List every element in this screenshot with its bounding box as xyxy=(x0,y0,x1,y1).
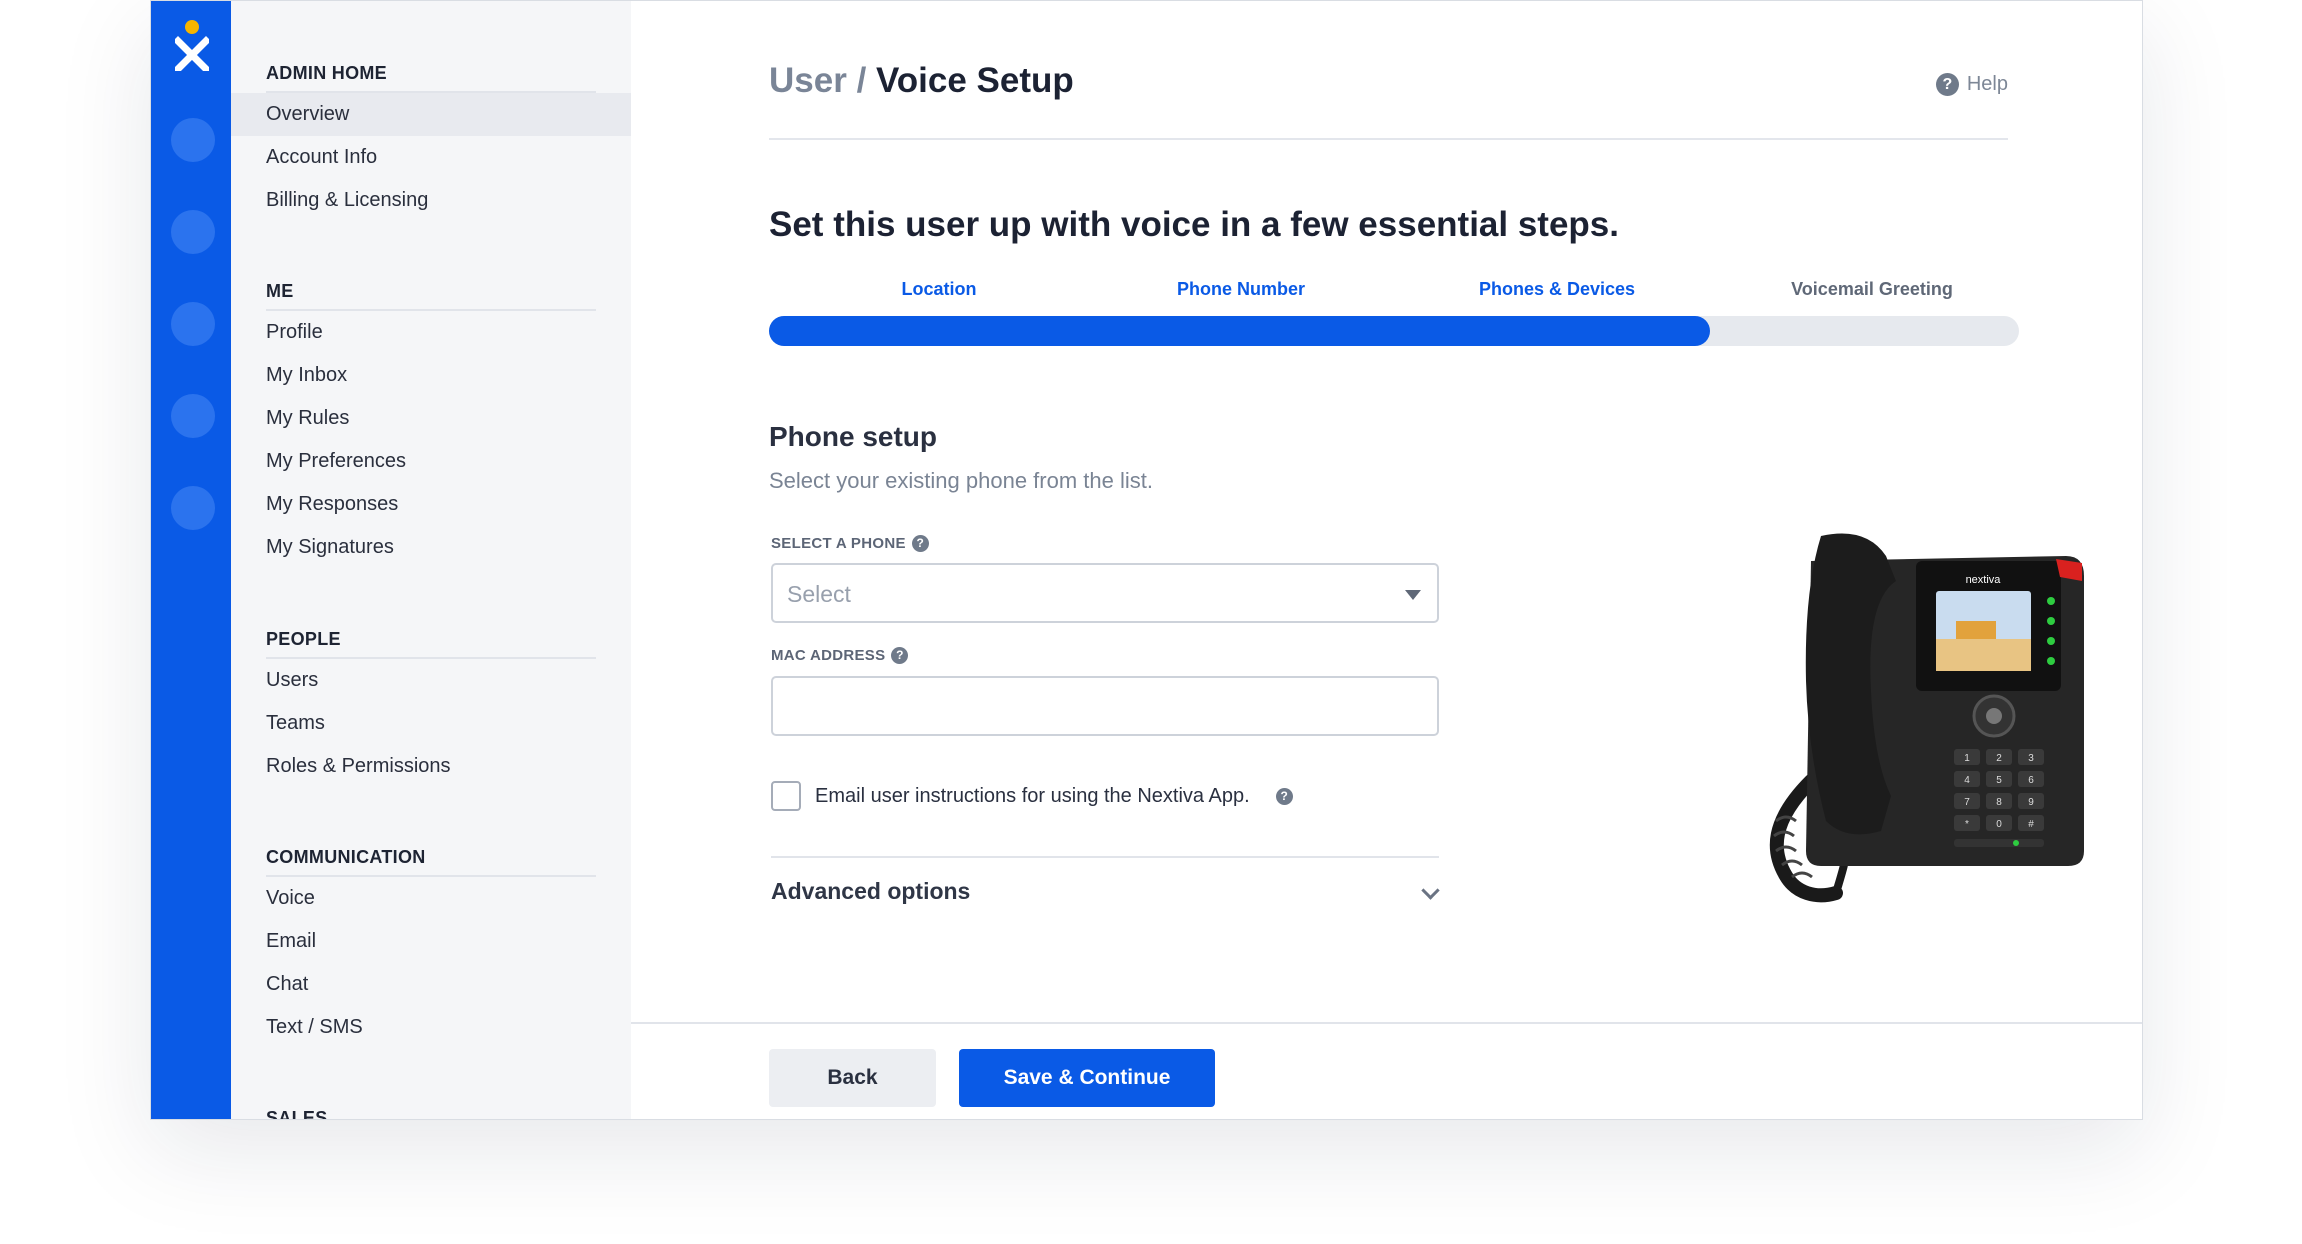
section-subtitle: Select your existing phone from the list… xyxy=(769,468,1153,493)
sidebar-item-account-info[interactable]: Account Info xyxy=(231,136,631,179)
sidebar-item-overview[interactable]: Overview xyxy=(231,93,631,136)
app-rail xyxy=(151,1,231,1119)
advanced-options-label: Advanced options xyxy=(771,878,971,904)
breadcrumb-parent[interactable]: User xyxy=(769,61,847,100)
caret-down-icon xyxy=(1405,590,1421,600)
help-circle-icon[interactable]: ? xyxy=(891,647,909,664)
key-label: 1 xyxy=(1964,753,1970,764)
main-content: User / Voice Setup ? Help Set this user … xyxy=(631,1,2142,1119)
help-label: Help xyxy=(1966,73,2008,95)
key-label: 0 xyxy=(1996,819,2002,830)
breadcrumb-separator: / xyxy=(856,61,867,100)
key-label: 2 xyxy=(1996,753,2002,764)
key-label: 6 xyxy=(2028,775,2034,786)
sidebar-item-my-responses[interactable]: My Responses xyxy=(231,483,631,526)
step-voicemail-greeting: Voicemail Greeting xyxy=(1791,279,1953,299)
sidebar-item-teams[interactable]: Teams xyxy=(231,702,631,745)
rail-app-icon[interactable] xyxy=(171,210,215,254)
sidebar-item-voice[interactable]: Voice xyxy=(231,877,631,920)
nextiva-logo-icon[interactable] xyxy=(175,19,209,71)
wizard-progress-track xyxy=(769,316,2019,346)
sidebar-item-profile[interactable]: Profile xyxy=(231,311,631,354)
nav-section-people: PEOPLE Users Teams Roles & Permissions xyxy=(231,607,631,788)
nav-section-title: SALES xyxy=(266,1086,596,1119)
help-circle-icon: ? xyxy=(1935,73,1959,96)
mac-address-label-text: MAC ADDRESS xyxy=(771,647,886,664)
wizard-headline: Set this user up with voice in a few ess… xyxy=(769,205,1619,244)
key-label: 3 xyxy=(2028,753,2034,764)
sidebar-item-roles-permissions[interactable]: Roles & Permissions xyxy=(231,745,631,788)
advanced-divider xyxy=(771,856,1439,858)
nav-section-title: PEOPLE xyxy=(266,607,596,659)
sidebar-item-chat[interactable]: Chat xyxy=(231,963,631,1006)
sidebar-item-my-signatures[interactable]: My Signatures xyxy=(231,526,631,569)
key-label: 4 xyxy=(1964,775,1970,786)
step-phones-devices[interactable]: Phones & Devices xyxy=(1479,279,1635,300)
mac-address-label: MAC ADDRESS ? xyxy=(771,647,909,664)
sidebar-item-my-preferences[interactable]: My Preferences xyxy=(231,440,631,483)
email-instructions-row: Email user instructions for using the Ne… xyxy=(771,781,1293,811)
rail-app-icon[interactable] xyxy=(171,118,215,162)
admin-window: ADMIN HOME Overview Account Info Billing… xyxy=(150,0,2143,1120)
key-label: * xyxy=(1965,819,1969,830)
nav-section-communication: COMMUNICATION Voice Email Chat Text / SM… xyxy=(231,825,631,1049)
mac-address-input[interactable] xyxy=(771,676,1439,736)
select-phone-label: SELECT A PHONE ? xyxy=(771,535,929,552)
page-title: Voice Setup xyxy=(876,61,1074,100)
help-circle-icon[interactable]: ? xyxy=(1275,787,1293,805)
step-phone-number[interactable]: Phone Number xyxy=(1177,279,1305,300)
nav-section-me: ME Profile My Inbox My Rules My Preferen… xyxy=(231,259,631,569)
key-label: 9 xyxy=(2028,797,2034,808)
phone-brand-mark: nextiva xyxy=(1966,574,2002,586)
wizard-footer: Back Save & Continue xyxy=(631,1022,2142,1119)
nav-section-title: ME xyxy=(266,259,596,311)
key-label: 8 xyxy=(1996,797,2002,808)
sidebar-item-my-rules[interactable]: My Rules xyxy=(231,397,631,440)
chevron-down-icon xyxy=(1421,881,1440,900)
select-phone-label-text: SELECT A PHONE xyxy=(771,535,906,552)
email-instructions-label[interactable]: Email user instructions for using the Ne… xyxy=(815,785,1250,808)
nav-section-sales: SALES xyxy=(231,1086,631,1119)
wizard-steps: Location Phone Number Phones & Devices V… xyxy=(769,279,2019,309)
section-title: Phone setup xyxy=(769,421,938,452)
nav-section-admin-home: ADMIN HOME Overview Account Info Billing… xyxy=(231,41,631,222)
select-phone-dropdown[interactable]: Select xyxy=(771,563,1439,623)
admin-sidebar: ADMIN HOME Overview Account Info Billing… xyxy=(231,1,631,1119)
rail-app-icon[interactable] xyxy=(171,486,215,530)
help-link[interactable]: ? Help xyxy=(1935,73,2008,96)
wizard-progress-fill xyxy=(769,316,1711,346)
rail-app-icon[interactable] xyxy=(171,302,215,346)
sidebar-item-my-inbox[interactable]: My Inbox xyxy=(231,354,631,397)
key-label: # xyxy=(2028,819,2034,830)
nav-section-title: COMMUNICATION xyxy=(266,825,596,877)
nav-section-title: ADMIN HOME xyxy=(266,41,596,93)
breadcrumb: User / Voice Setup xyxy=(769,61,1074,101)
email-instructions-checkbox[interactable] xyxy=(771,781,801,811)
sidebar-item-users[interactable]: Users xyxy=(231,659,631,702)
select-phone-value: Select xyxy=(787,581,851,607)
back-button[interactable]: Back xyxy=(769,1049,936,1107)
header-divider xyxy=(769,138,2008,140)
step-location[interactable]: Location xyxy=(902,279,977,300)
help-circle-icon[interactable]: ? xyxy=(911,535,929,552)
desk-phone-illustration: nextiva 1 2 3 4 5 6 7 8 9 * 0 # xyxy=(1769,533,2084,903)
key-label: 7 xyxy=(1964,797,1970,808)
rail-app-icon[interactable] xyxy=(171,394,215,438)
save-continue-button[interactable]: Save & Continue xyxy=(959,1049,1215,1107)
sidebar-item-text-sms[interactable]: Text / SMS xyxy=(231,1006,631,1049)
sidebar-item-billing-licensing[interactable]: Billing & Licensing xyxy=(231,179,631,222)
sidebar-item-email[interactable]: Email xyxy=(231,920,631,963)
advanced-options-toggle[interactable]: Advanced options xyxy=(771,878,1440,918)
key-label: 5 xyxy=(1996,775,2002,786)
